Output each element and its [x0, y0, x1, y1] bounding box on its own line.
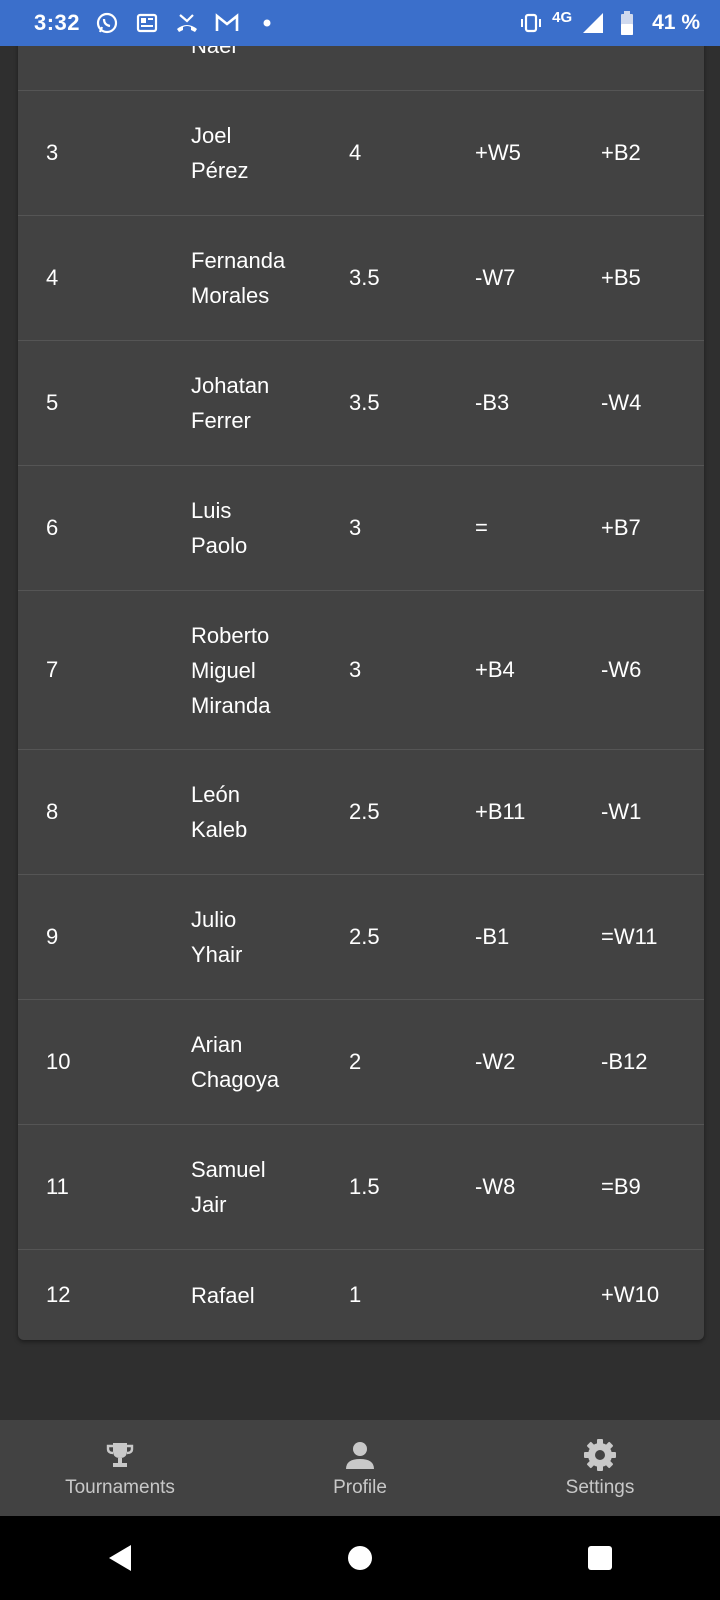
round-result-cell: -B3	[475, 390, 510, 415]
table-row[interactable]: 3 Joel Pérez 4 +W5 +B2	[18, 91, 704, 216]
dot-icon	[254, 10, 280, 36]
table-row[interactable]: 7 Roberto Miguel Miranda 3 +B4 -W6	[18, 591, 704, 750]
round-result-cell: -W7	[475, 265, 516, 290]
score-cell: 2.5	[349, 799, 380, 824]
score-cell: 3	[349, 657, 362, 682]
round-result-cell: =W11	[601, 924, 658, 949]
score-cell: 3.5	[349, 265, 380, 290]
status-bar: 3:32 4G 41 %	[0, 0, 720, 46]
table-row[interactable]: 10 Arian Chagoya 2 -W2 -B12	[18, 1000, 704, 1125]
round-result-cell: -B1	[475, 924, 510, 949]
standings-scroll-area[interactable]: 2Hector Nael4.5+B10-W3 3 Joel Pérez 4 +W5 +B2…	[0, 46, 720, 1420]
rank-cell: 8	[46, 799, 59, 824]
signal-icon	[580, 10, 606, 36]
score-cell: 3.5	[349, 390, 380, 415]
rank-cell: 12	[46, 1282, 71, 1307]
table-row[interactable]: 8 León Kaleb 2.5 +B11 -W1	[18, 750, 704, 875]
round-result-cell: -B12	[601, 1049, 648, 1074]
round-result-cell: +B2	[601, 140, 641, 165]
table-row[interactable]: 12 Rafael 1 +W10	[18, 1250, 704, 1340]
standings-table: 2Hector Nael4.5+B10-W3 3 Joel Pérez 4 +W5 +B2…	[18, 46, 704, 1340]
home-button[interactable]	[336, 1534, 384, 1582]
round-result-cell: -W4	[601, 390, 642, 415]
player-name-cell: Fernanda Morales	[191, 248, 286, 308]
nav-profile[interactable]: Profile	[240, 1437, 480, 1499]
table-row[interactable]: 9 Julio Yhair 2.5 -B1 =W11	[18, 875, 704, 1000]
table-row[interactable]: 5 Johatan Ferrer 3.5 -B3 -W4	[18, 341, 704, 466]
nav-profile-label: Profile	[333, 1477, 387, 1498]
table-row[interactable]: 6 Luis Paolo 3 = +B7	[18, 466, 704, 591]
round-result-cell: +W10	[601, 1282, 660, 1307]
player-name-cell: Joel Pérez	[191, 123, 249, 183]
player-name-cell: Samuel Jair	[191, 1157, 266, 1217]
trophy-icon	[102, 1437, 138, 1473]
whatsapp-icon	[94, 10, 120, 36]
rank-cell: 10	[46, 1049, 71, 1074]
round-result-cell: -W8	[475, 1174, 516, 1199]
rank-cell: 3	[46, 140, 59, 165]
score-cell: 1.5	[349, 1174, 380, 1199]
status-bar-left: 3:32	[34, 10, 280, 36]
system-navigation-bar	[0, 1516, 720, 1600]
table-row[interactable]: 11 Samuel Jair 1.5 -W8 =B9	[18, 1125, 704, 1250]
score-cell: 4	[349, 140, 362, 165]
gear-icon	[582, 1437, 618, 1473]
rank-cell: 6	[46, 515, 59, 540]
round-result-cell: -W6	[601, 657, 642, 682]
round-result-cell: -W1	[601, 799, 642, 824]
player-name-cell: Rafael	[191, 1282, 255, 1308]
table-row[interactable]: 4 Fernanda Morales 3.5 -W7 +B5	[18, 216, 704, 341]
player-name-cell: Julio Yhair	[191, 907, 243, 967]
person-icon	[342, 1437, 378, 1473]
back-button[interactable]	[96, 1534, 144, 1582]
status-time: 3:32	[34, 10, 81, 35]
score-cell: 2	[349, 1049, 362, 1074]
round-result-cell: -W2	[475, 1049, 516, 1074]
player-name-cell: Johatan Ferrer	[191, 373, 270, 433]
player-name-cell: Hector Nael	[191, 46, 349, 63]
network-type: 4G	[552, 8, 573, 26]
score-cell: 2.5	[349, 924, 380, 949]
nav-settings-label: Settings	[565, 1477, 635, 1498]
rank-cell: 7	[46, 657, 59, 682]
score-cell: 3	[349, 515, 362, 540]
nav-tournaments[interactable]: Tournaments	[0, 1437, 240, 1499]
rank-cell: 5	[46, 390, 59, 415]
round-result-cell: +B5	[601, 265, 641, 290]
rank-cell: 9	[46, 924, 59, 949]
missed-call-icon	[174, 10, 200, 36]
news-icon	[134, 10, 160, 36]
gmail-icon	[214, 10, 240, 36]
status-bar-right: 4G 41 %	[518, 8, 700, 36]
rank-cell: 4	[46, 265, 59, 290]
recents-button[interactable]	[576, 1534, 624, 1582]
nav-settings[interactable]: Settings	[480, 1437, 720, 1499]
round-result-cell: +B7	[601, 515, 641, 540]
round-result-cell: +B4	[475, 657, 515, 682]
player-name-cell: Roberto Miguel Miranda	[191, 622, 271, 718]
table-row[interactable]: 2Hector Nael4.5+B10-W3	[18, 46, 704, 91]
round-result-cell: +B11	[475, 799, 526, 824]
score-cell: 1	[349, 1282, 362, 1307]
battery-percent: 41 %	[652, 11, 700, 34]
vibrate-icon	[518, 10, 544, 36]
battery-icon	[614, 10, 640, 36]
nav-tournaments-label: Tournaments	[65, 1477, 175, 1498]
bottom-navigation: Tournaments Profile Settings	[0, 1420, 720, 1516]
player-name-cell: León Kaleb	[191, 782, 248, 842]
player-name-cell: Luis Paolo	[191, 498, 248, 558]
player-name-cell: Arian Chagoya	[191, 1032, 280, 1092]
rank-cell: 11	[46, 1174, 69, 1199]
round-result-cell: +W5	[475, 140, 521, 165]
round-result-cell: =	[475, 515, 488, 540]
round-result-cell: =B9	[601, 1174, 641, 1199]
